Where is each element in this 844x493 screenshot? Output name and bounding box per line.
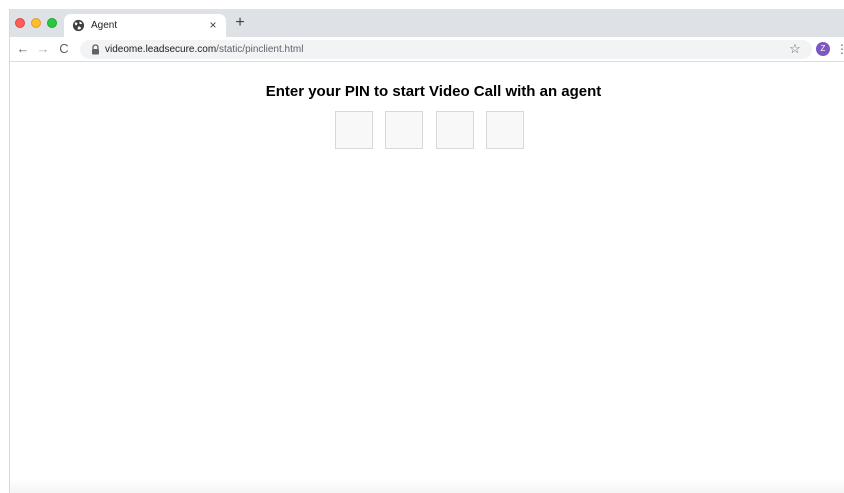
- url-host: videome.leadsecure.com: [105, 44, 217, 55]
- pin-digit-3-input[interactable]: [436, 111, 474, 149]
- pin-digit-4-input[interactable]: [486, 111, 524, 149]
- close-window-button[interactable]: [15, 18, 25, 28]
- globe-icon: [72, 19, 85, 32]
- page-heading: Enter your PIN to start Video Call with …: [265, 83, 602, 100]
- bookmark-star-icon[interactable]: ☆: [788, 41, 802, 57]
- forward-button[interactable]: →: [35, 41, 51, 57]
- page-content: Enter your PIN to start Video Call with …: [10, 63, 844, 493]
- browser-window: Agent × + ← → C videome.leadsecure.com/s…: [9, 9, 844, 493]
- back-button[interactable]: ←: [15, 41, 31, 57]
- reload-button[interactable]: C: [56, 41, 72, 57]
- url-text[interactable]: videome.leadsecure.com/static/pinclient.…: [105, 43, 303, 56]
- tab-agent[interactable]: Agent ×: [64, 14, 226, 37]
- browser-menu-icon[interactable]: ⋮: [836, 41, 844, 57]
- maximize-window-button[interactable]: [47, 18, 57, 28]
- tab-strip: Agent × +: [10, 9, 844, 37]
- minimize-window-button[interactable]: [31, 18, 41, 28]
- browser-toolbar: ← → C videome.leadsecure.com/static/pinc…: [10, 37, 844, 62]
- lock-icon: [92, 44, 99, 55]
- address-bar[interactable]: videome.leadsecure.com/static/pinclient.…: [80, 40, 812, 59]
- page-bottom-edge: [10, 479, 844, 493]
- url-path: /static/pinclient.html: [216, 44, 304, 55]
- tab-title: Agent: [91, 20, 118, 31]
- pin-digit-1-input[interactable]: [335, 111, 373, 149]
- pin-digit-2-input[interactable]: [385, 111, 423, 149]
- tab-close-icon[interactable]: ×: [206, 18, 220, 32]
- new-tab-button[interactable]: +: [232, 15, 248, 31]
- profile-avatar[interactable]: Z: [816, 42, 830, 56]
